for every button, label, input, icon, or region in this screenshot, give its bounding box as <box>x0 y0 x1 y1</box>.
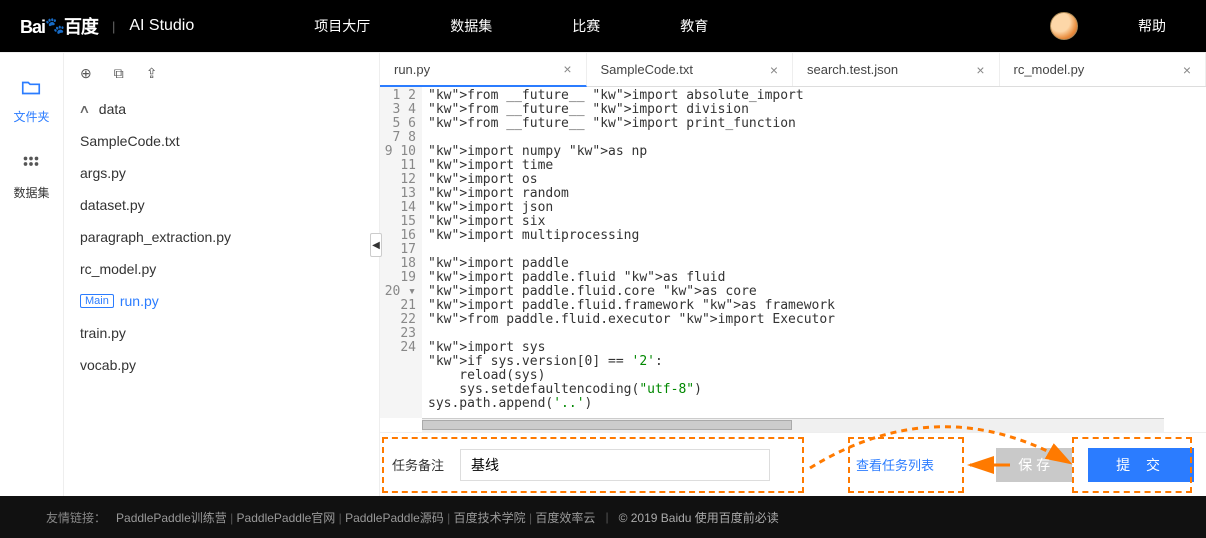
main-badge: Main <box>80 294 114 308</box>
file-name: paragraph_extraction.py <box>80 229 231 245</box>
top-bar: Bai🐾百度 | AI Studio 项目大厅 数据集 比赛 教育 帮助 <box>0 0 1206 52</box>
task-remark-label: 任务备注 <box>392 455 444 474</box>
file-name: dataset.py <box>80 197 145 213</box>
editor-tab[interactable]: rc_model.py × <box>1000 53 1206 86</box>
footer-label: 友情链接： <box>46 509 106 526</box>
logo-text: Bai🐾百度 <box>20 13 98 39</box>
editor-tab[interactable]: search.test.json × <box>793 53 1000 86</box>
left-column: 文件夹 数据集 <box>0 53 64 496</box>
close-icon[interactable]: × <box>563 61 571 77</box>
new-file-icon[interactable]: ⊕ <box>80 65 92 82</box>
editor-tab[interactable]: run.py × <box>380 53 587 87</box>
file-name: run.py <box>120 293 159 309</box>
file-row[interactable]: args.py <box>70 157 373 189</box>
nav-item[interactable]: 比赛 <box>572 16 600 36</box>
file-pane: ⊕ ⧉ ⇪ data SampleCode.txt args.py dataset.p… <box>64 53 380 496</box>
tab-label: SampleCode.txt <box>601 62 694 77</box>
view-task-list-link[interactable]: 查看任务列表 <box>856 455 934 474</box>
folder-row[interactable]: data <box>70 93 373 125</box>
nav-item[interactable]: 数据集 <box>450 16 492 36</box>
footer-copyright: © 2019 Baidu 使用百度前必读 <box>619 509 779 526</box>
file-list: data SampleCode.txt args.py dataset.py parag… <box>64 93 379 381</box>
tab-label: search.test.json <box>807 62 898 77</box>
task-bar: 任务备注 查看任务列表 保 存 提 交 <box>380 432 1206 496</box>
file-name: rc_model.py <box>80 261 156 277</box>
sidebar-dataset[interactable]: 数据集 <box>13 153 49 201</box>
dataset-icon <box>20 153 42 178</box>
editor-tabs: run.py×SampleCode.txt×search.test.json×r… <box>380 53 1206 87</box>
file-toolbar: ⊕ ⧉ ⇪ <box>64 53 379 93</box>
tab-label: run.py <box>394 62 430 77</box>
horizontal-scrollbar[interactable] <box>422 418 1164 432</box>
tab-label: rc_model.py <box>1014 62 1085 77</box>
close-icon[interactable]: × <box>976 62 984 78</box>
sidebar-dataset-label: 数据集 <box>13 184 49 201</box>
file-row[interactable]: dataset.py <box>70 189 373 221</box>
file-row[interactable]: SampleCode.txt <box>70 125 373 157</box>
logo-studio: AI Studio <box>129 17 194 35</box>
folder-icon <box>20 77 42 102</box>
editor-tab[interactable]: SampleCode.txt × <box>587 53 794 86</box>
code-area[interactable]: 1 2 3 4 5 6 7 8 9 10 11 12 13 14 15 16 1… <box>380 87 1206 418</box>
paw-icon: 🐾 <box>45 18 64 35</box>
task-remark-input[interactable] <box>460 449 770 481</box>
file-name: train.py <box>80 325 126 341</box>
footer-link[interactable]: 百度技术学院 <box>454 511 526 525</box>
logo[interactable]: Bai🐾百度 | AI Studio <box>20 13 194 39</box>
file-row[interactable]: paragraph_extraction.py <box>70 221 373 253</box>
close-icon[interactable]: × <box>1183 62 1191 78</box>
nav-item[interactable]: 教育 <box>680 16 708 36</box>
line-gutter: 1 2 3 4 5 6 7 8 9 10 11 12 13 14 15 16 1… <box>380 87 422 418</box>
file-row[interactable]: vocab.py <box>70 349 373 381</box>
footer-link[interactable]: PaddlePaddle源码 <box>345 511 444 525</box>
avatar[interactable] <box>1050 12 1078 40</box>
file-row[interactable]: train.py <box>70 317 373 349</box>
code-content[interactable]: "kw">from __future__ "kw">import absolut… <box>422 87 1206 418</box>
file-name: vocab.py <box>80 357 136 373</box>
file-row[interactable]: rc_model.py <box>70 253 373 285</box>
upload-icon[interactable]: ⇪ <box>146 65 158 82</box>
sidebar-files-label: 文件夹 <box>13 108 49 125</box>
sidebar-files[interactable]: 文件夹 <box>13 77 49 125</box>
editor-pane: ◀ run.py×SampleCode.txt×search.test.json… <box>380 53 1206 496</box>
submit-button[interactable]: 提 交 <box>1088 448 1194 482</box>
footer-link[interactable]: PaddlePaddle训练营 <box>116 511 227 525</box>
file-row[interactable]: Main run.py <box>70 285 373 317</box>
file-name: args.py <box>80 165 126 181</box>
footer-link[interactable]: PaddlePaddle官网 <box>237 511 336 525</box>
top-nav: 项目大厅 数据集 比赛 教育 <box>314 16 708 36</box>
save-button[interactable]: 保 存 <box>996 448 1072 482</box>
nav-item[interactable]: 项目大厅 <box>314 16 370 36</box>
file-name: SampleCode.txt <box>80 133 180 149</box>
help-link[interactable]: 帮助 <box>1138 16 1166 36</box>
collapse-handle[interactable]: ◀ <box>370 233 382 257</box>
close-icon[interactable]: × <box>770 62 778 78</box>
logo-separator: | <box>112 19 115 34</box>
new-folder-icon[interactable]: ⧉ <box>114 65 124 82</box>
footer: 友情链接： PaddlePaddle训练营 | PaddlePaddle官网 |… <box>0 496 1206 538</box>
footer-link[interactable]: 百度效率云 <box>535 511 595 525</box>
main-area: 文件夹 数据集 ⊕ ⧉ ⇪ dataSampleCode.txtargs.pyd… <box>0 52 1206 496</box>
